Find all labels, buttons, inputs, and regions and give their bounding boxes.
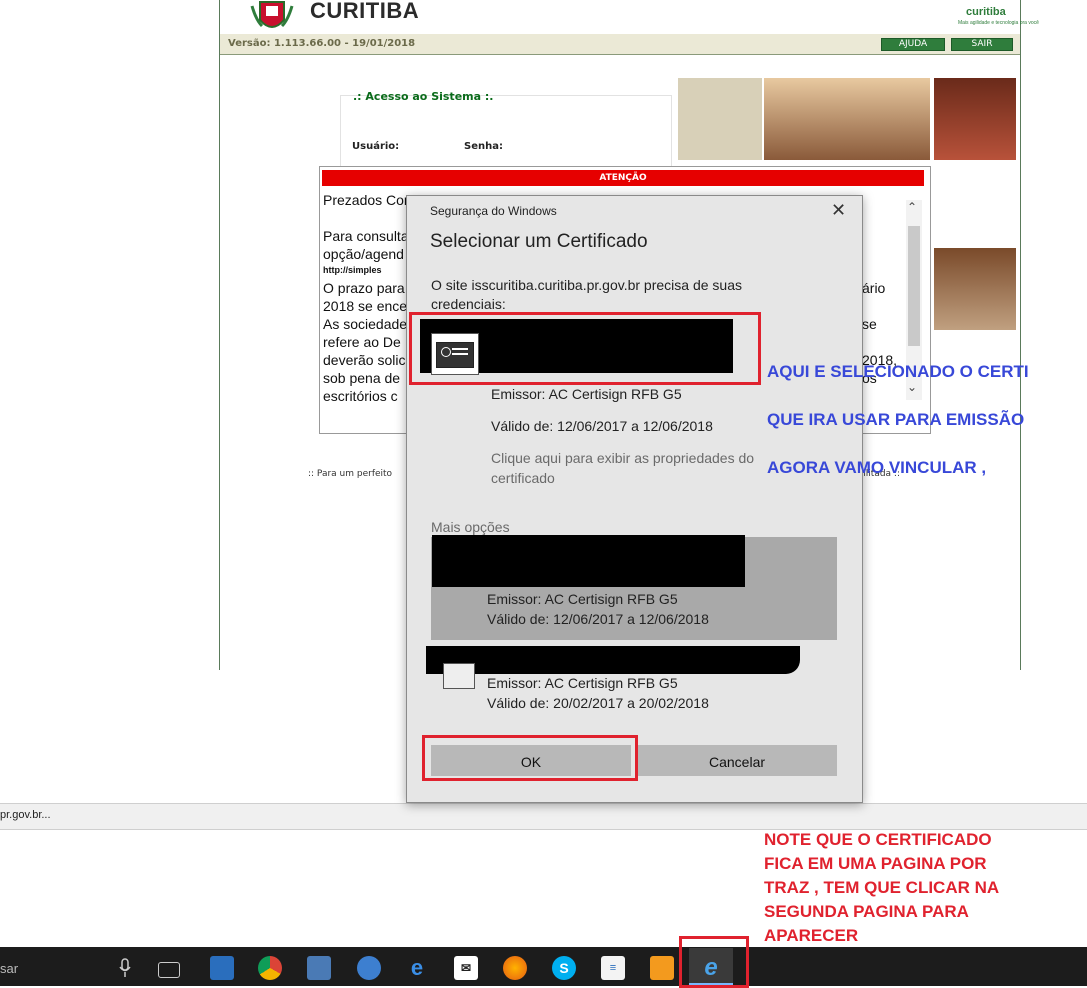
browser-status-bar (0, 803, 1087, 830)
firefox-icon[interactable] (503, 956, 527, 980)
scroll-up-icon[interactable]: ⌃ (907, 200, 917, 214)
attention-line: As sociedade (323, 316, 408, 332)
status-url: pr.gov.br... (0, 809, 51, 821)
redacted-cert-name (432, 535, 745, 587)
annotation-red-line: SEGUNDA PAGINA PARA (764, 902, 969, 921)
app-icon[interactable] (650, 956, 674, 980)
login-title: .: Acesso ao Sistema :. (353, 90, 494, 103)
cert3-valid: Válido de: 20/02/2017 a 20/02/2018 (487, 695, 709, 711)
curitiba-crest-icon (250, 1, 294, 28)
cert1-properties-link[interactable]: Clique aqui para exibir as propriedades … (491, 448, 781, 488)
user-label: Usuário: (352, 141, 400, 152)
taskbar-search-text[interactable]: sar (0, 961, 18, 976)
annotation-blue-2: QUE IRA USAR PARA EMISSÃO (767, 410, 1025, 429)
annotation-red-line: APARECER (764, 926, 859, 945)
microphone-icon[interactable] (118, 958, 132, 978)
redacted-cert-name (426, 646, 800, 674)
photo-church (934, 78, 1016, 160)
annotation-blue-3: AGORA VAMO VINCULAR , (767, 458, 987, 477)
close-icon[interactable]: ✕ (831, 200, 846, 221)
scroll-down-icon[interactable]: ⌄ (907, 380, 917, 394)
attention-line: opção/agend (323, 246, 404, 262)
annotation-red-line: FICA EM UMA PAGINA POR (764, 854, 987, 873)
certificate-icon (443, 663, 475, 689)
attention-header: ATENÇÃO (322, 170, 924, 186)
annotation-red-line: NOTE QUE O CERTIFICADO (764, 830, 992, 849)
computer-icon[interactable] (210, 956, 234, 980)
attention-line: escritórios c (323, 388, 398, 404)
version-text: Versão: 1.113.66.00 - 19/01/2018 (228, 38, 416, 49)
document-icon[interactable]: ≡ (601, 956, 625, 980)
brand-tagline: Mais agilidade e tecnologia pra você (958, 20, 1039, 26)
dialog-heading: Selecionar um Certificado (430, 231, 648, 252)
network-icon[interactable] (307, 956, 331, 980)
attention-line: refere ao De (323, 334, 401, 350)
photo-greenhouse (764, 78, 930, 160)
cert2-issuer: Emissor: AC Certisign RFB G5 (487, 591, 678, 607)
attention-line: deverão solic (323, 352, 406, 368)
chrome-icon[interactable] (258, 956, 282, 980)
more-options-label: Mais opções (431, 519, 510, 535)
cert1-issuer: Emissor: AC Certisign RFB G5 (491, 386, 682, 402)
skype-icon[interactable]: S (552, 956, 576, 980)
cancel-button[interactable]: Cancelar (637, 745, 837, 776)
dialog-window-title: Segurança do Windows (430, 204, 557, 218)
cert2-valid: Válido de: 12/06/2017 a 12/06/2018 (487, 611, 709, 627)
help-button[interactable]: AJUDA (881, 38, 945, 51)
attention-line: se (862, 316, 877, 332)
annotation-box-ok (422, 735, 638, 781)
attention-line: sob pena de (323, 370, 401, 386)
brand-small: curitiba (966, 6, 1006, 18)
annotation-box-selected-cert (409, 312, 761, 385)
attention-line: ário (862, 280, 886, 296)
password-label: Senha: (464, 141, 503, 152)
footer-note: :: Para um perfeito (308, 469, 393, 479)
photo-placeholder (678, 78, 762, 160)
annotation-red-line: TRAZ , TEM QUE CLICAR NA (764, 878, 1000, 897)
attention-line: Para consulta (323, 228, 409, 244)
exit-button[interactable]: SAIR (951, 38, 1013, 51)
mail-icon[interactable]: ✉ (454, 956, 478, 980)
brand-logo: curitiba Mais agilidade e tecnologia pra… (958, 0, 1039, 30)
attention-scroll-thumb[interactable] (908, 226, 920, 346)
login-box (340, 95, 672, 169)
cert3-issuer: Emissor: AC Certisign RFB G5 (487, 675, 678, 691)
attention-link[interactable]: http://simples (323, 265, 382, 275)
attention-line: 2018 se ence (323, 298, 408, 314)
annotation-blue-1: AQUI E SELECIONADO O CERTI (767, 362, 1029, 381)
cert1-valid: Válido de: 12/06/2017 a 12/06/2018 (491, 418, 713, 434)
edge-icon[interactable]: e (405, 955, 429, 980)
attention-line: Prezados Con (323, 192, 412, 208)
thunderbird-icon[interactable] (357, 956, 381, 980)
photo-roof (934, 248, 1016, 330)
task-view-icon[interactable] (158, 962, 180, 978)
dialog-message: O site isscuritiba.curitiba.pr.gov.br pr… (431, 277, 742, 312)
annotation-box-taskbar-ie (679, 936, 749, 988)
attention-line: O prazo para (323, 280, 405, 296)
site-logo-text: CURITIBA (310, 0, 420, 23)
